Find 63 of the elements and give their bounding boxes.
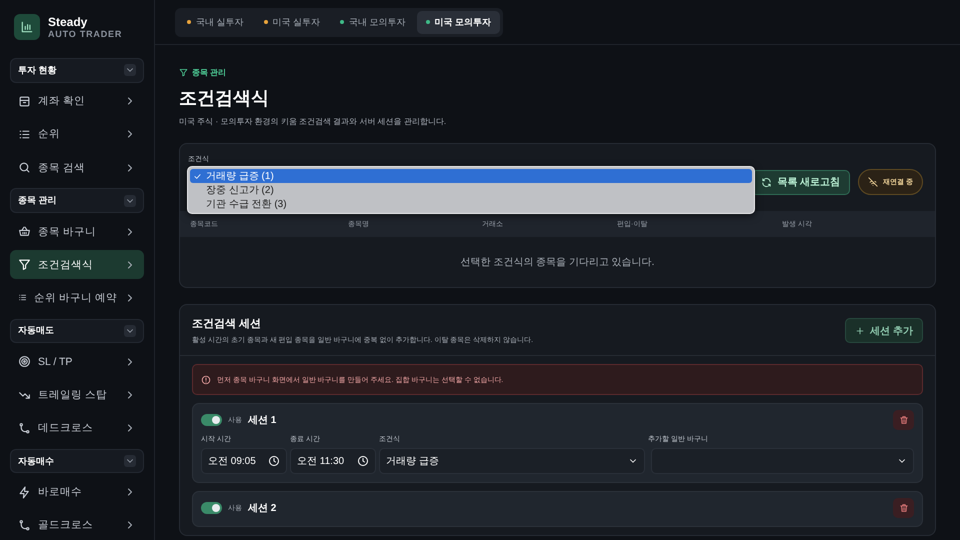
dropdown-option[interactable]: 기관 수급 전환 (3) [190, 197, 752, 211]
session-name: 세션 2 [248, 502, 278, 515]
toggle-switch[interactable] [201, 502, 222, 514]
sidebar-item[interactable]: 조건검색식 [10, 250, 144, 280]
empty-message: 선택한 조건식의 종목을 기다리고 있습니다. [460, 256, 654, 269]
collapse-toggle[interactable] [124, 324, 136, 337]
target-icon [18, 355, 31, 368]
alert-icon [201, 374, 211, 384]
archive-icon [18, 94, 31, 108]
section-title: 조건검색 세션 [192, 317, 262, 331]
collapse-toggle[interactable] [124, 64, 136, 76]
sidebar-group-header[interactable]: 투자 현황 [10, 58, 144, 83]
sidebar-item[interactable]: 트레일링 스탑 [10, 380, 144, 410]
account-tab[interactable]: 국내 모의투자 [331, 10, 415, 34]
account-tab[interactable]: 국내 실투자 [178, 10, 253, 34]
filter-icon [179, 68, 188, 77]
sidebar-item[interactable]: 데드크로스 [10, 414, 144, 443]
sidebar-item[interactable]: 골드크로스 [10, 510, 144, 540]
time-input[interactable]: 오전 11:30 [290, 448, 376, 474]
toggle-switch[interactable] [201, 414, 222, 426]
sidebar-item[interactable]: 순위 바구니 예약 [10, 283, 144, 313]
clock-icon [268, 455, 280, 467]
account-tab[interactable]: 미국 모의투자 [416, 10, 500, 34]
lightning-icon [18, 486, 31, 499]
branch-icon [18, 422, 31, 435]
plus-icon [855, 326, 866, 336]
time-input[interactable]: 오전 09:05 [201, 448, 287, 474]
sidebar-item[interactable]: 순위 [10, 120, 144, 150]
account-tab[interactable]: 미국 실투자 [254, 10, 330, 34]
search-icon [18, 161, 31, 174]
check-icon [193, 172, 202, 180]
dropdown-option[interactable]: 거래량 급증 (1) [190, 169, 752, 183]
collapse-toggle[interactable] [124, 455, 136, 468]
delete-button[interactable] [893, 410, 914, 430]
refresh-icon [761, 176, 772, 188]
wifi-off-icon [868, 177, 878, 187]
add-session-button[interactable]: 세션 추가 [845, 318, 923, 343]
dropdown-option[interactable]: 장중 신고가 (2) [190, 183, 752, 197]
list-icon [18, 128, 31, 141]
brand-tagline: AUTO TRADER [48, 29, 122, 39]
basket-icon [18, 225, 31, 238]
bar-chart-icon [20, 20, 34, 34]
condition-select[interactable]: 거래량 급증 [379, 448, 645, 474]
sidebar-group-header[interactable]: 자동매수 [10, 448, 144, 474]
sidebar-group-header[interactable]: 자동매도 [10, 318, 144, 344]
delete-button[interactable] [893, 498, 914, 518]
filter-icon [18, 258, 31, 272]
sidebar-item[interactable]: 종목 바구니 [10, 216, 144, 246]
page-title: 조건검색식 [179, 87, 270, 110]
collapse-toggle[interactable] [124, 194, 136, 207]
brand-name: Steady [48, 15, 88, 29]
session-name: 세션 1 [248, 414, 278, 427]
trash-icon [898, 503, 908, 513]
trash-icon [898, 415, 908, 425]
sidebar-item[interactable]: 바로매수 [10, 477, 144, 507]
sidebar-group-header[interactable]: 종목 관리 [10, 188, 144, 213]
sidebar-item[interactable]: SL / TP [10, 347, 144, 376]
sidebar-item[interactable]: 종목 검색 [10, 153, 144, 182]
sidebar-item[interactable]: 계좌 확인 [10, 86, 144, 116]
page-description: 미국 주식 · 모의투자 환경의 키움 조건검색 결과와 서버 세션을 관리합니다. [179, 116, 448, 127]
breadcrumb: 종목 관리 [192, 67, 226, 78]
branch-icon [18, 518, 31, 532]
clock-icon [357, 455, 369, 467]
